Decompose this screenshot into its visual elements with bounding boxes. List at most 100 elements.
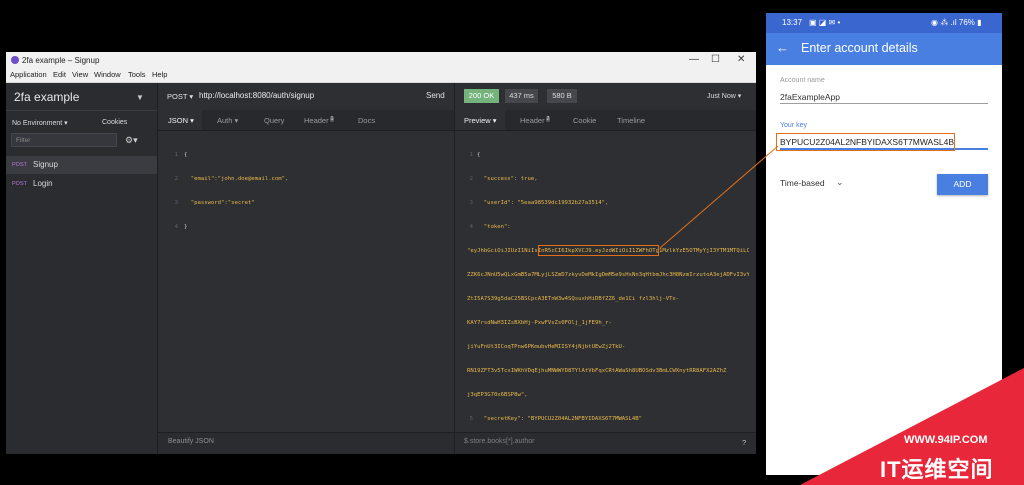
code-line: 4 "token": (463, 223, 753, 231)
watermark-url: WWW.94IP.COM (904, 434, 988, 446)
sidebar: 2fa example ▼ No Environment ▾ Cookies F… (6, 83, 158, 454)
android-phone-screen: 13:37 ▣ ◪ ✉ • ◉ ⁂ .ıl 76% ▮ ← Enter acco… (766, 13, 1002, 475)
code-text: "success": true, (477, 176, 538, 182)
tab-cookie[interactable]: Cookie (573, 116, 596, 125)
line-number: 3 (469, 200, 473, 206)
jsonpath-filter-input[interactable]: $.store.books[*].author (464, 438, 534, 445)
menu-edit[interactable]: Edit (53, 70, 66, 79)
code-text: { (184, 152, 188, 158)
header-count-badge: 2 (545, 116, 551, 122)
your-key-label: Your key (780, 122, 807, 129)
line-number: 3 (174, 200, 178, 206)
menu-view[interactable]: View (72, 70, 88, 79)
tab-docs[interactable]: Docs (358, 116, 375, 125)
response-time-badge: 437 ms (505, 89, 538, 103)
line-number: 1 (469, 152, 473, 158)
watermark-text: IT运维空间 (880, 457, 994, 482)
response-pane: 200 OK 437 ms 580 B Just Now ▾ Preview ▾… (455, 83, 756, 454)
request-method: POST (12, 181, 27, 187)
tab-header[interactable]: Header 2 (520, 116, 551, 125)
code-text: } (184, 224, 188, 230)
request-body-editor[interactable]: 1{ 2 "email":"john.doe@email.com", 3 "pa… (168, 135, 448, 247)
code-text: "password":"secret" (184, 200, 255, 206)
workspace-name[interactable]: 2fa example (14, 90, 79, 104)
workspace-chevron-icon[interactable]: ▼ (136, 93, 144, 102)
gear-icon[interactable]: ⚙▾ (125, 135, 138, 146)
close-button[interactable]: ✕ (737, 54, 745, 65)
code-line: 2 "email":"john.doe@email.com", (168, 175, 448, 183)
line-number: 5 (469, 416, 473, 422)
request-method: POST (12, 162, 27, 168)
method-dropdown[interactable]: POST ▾ (167, 92, 193, 101)
filter-input[interactable]: Filter (11, 133, 117, 147)
divider (6, 110, 157, 111)
tab-json[interactable]: JSON ▾ (168, 116, 194, 125)
back-arrow-icon[interactable]: ← (776, 40, 789, 55)
request-tabs: JSON ▾ Auth ▾ Query Header 1 Docs (158, 110, 454, 131)
token-line: ZZK6cJNnU5wQLxGmB5a7MLyjLSZmD7zkyvDeMkIg… (467, 272, 749, 278)
code-line: 5 "secretKey": "BYPUCU2Z04AL2NFBYIDAXS6T… (463, 415, 753, 423)
key-type-dropdown[interactable]: Time-based (780, 178, 825, 188)
secret-key-highlight (538, 245, 659, 256)
token-line: KAY7rsdNwH3IZsBXbHj-PxwFVsZs0FOlj_1jFE9h… (467, 320, 612, 326)
tab-preview[interactable]: Preview ▾ (464, 116, 497, 125)
title-bar: 2fa example – Signup — ☐ ✕ (6, 52, 756, 68)
code-text: "token": (477, 224, 511, 230)
add-button[interactable]: ADD (937, 174, 988, 195)
tab-header[interactable]: Header 1 (304, 116, 335, 125)
menu-window[interactable]: Window (94, 70, 121, 79)
tab-header-label: Header (520, 116, 545, 125)
cookies-button[interactable]: Cookies (102, 119, 127, 126)
line-number: 2 (469, 176, 473, 182)
code-line: 1{ (463, 151, 753, 159)
line-number: 1 (174, 152, 178, 158)
account-name-label: Account name (780, 77, 825, 84)
menu-tools[interactable]: Tools (128, 70, 146, 79)
tab-auth[interactable]: Auth ▾ (217, 116, 238, 125)
menu-help[interactable]: Help (152, 70, 167, 79)
token-line: RN19ZFT3v5TcxIWKhVDqEjhuMNWWYD8TYlAtVbFq… (467, 368, 727, 374)
app-bar: ← Enter account details (766, 33, 1002, 65)
history-dropdown[interactable]: Just Now ▾ (707, 92, 741, 100)
help-icon[interactable]: ? (742, 438, 746, 447)
line-number: 2 (174, 176, 178, 182)
key-highlight (776, 133, 955, 151)
request-pane: POST ▾ http://localhost:8080/auth/signup… (158, 83, 455, 454)
account-name-field[interactable]: 2faExampleApp (780, 92, 840, 102)
tab-query[interactable]: Query (264, 116, 284, 125)
sidebar-item-signup[interactable]: POST Signup (6, 156, 157, 174)
environment-selector[interactable]: No Environment ▾ (12, 119, 68, 127)
token-line: ZtI5A7S39g5daC25BSCpcA3ETnW3w4SQsuxhHiDB… (467, 296, 680, 302)
token-line: jiYuFnUt3ICoqTPnw6PKmubvHeMIISY4jNjbtUEw… (467, 344, 626, 350)
tab-header-label: Header (304, 116, 329, 125)
tab-timeline[interactable]: Timeline (617, 116, 645, 125)
menu-application[interactable]: Application (10, 70, 47, 79)
status-time: 13:37 (782, 18, 803, 27)
response-tabs: Preview ▾ Header 2 Cookie Timeline (455, 110, 756, 131)
page-title: Enter account details (801, 41, 918, 55)
code-line: 1{ (168, 151, 448, 159)
insomnia-window: 2fa example – Signup — ☐ ✕ Application E… (6, 52, 756, 454)
status-badge: 200 OK (464, 89, 499, 103)
send-button[interactable]: Send (426, 91, 445, 100)
chevron-down-icon[interactable]: ⌄ (836, 177, 844, 188)
code-line: 4} (168, 223, 448, 231)
minimize-button[interactable]: — (689, 54, 699, 65)
maximize-button[interactable]: ☐ (711, 54, 720, 65)
line-number: 4 (469, 224, 473, 230)
menu-bar: Application Edit View Window Tools Help (6, 68, 756, 83)
response-body-viewer[interactable]: 1{ 2 "success": true, 3 "userId": "5eaa9… (463, 135, 753, 454)
url-input[interactable]: http://localhost:8080/auth/signup (199, 91, 314, 100)
notification-icons: ▣ ◪ ✉ • (809, 18, 841, 27)
line-number: 4 (174, 224, 178, 230)
code-line: 2 "success": true, (463, 175, 753, 183)
beautify-json-button[interactable]: Beautify JSON (168, 438, 214, 445)
secret-key-line: "secretKey": "BYPUCU2Z04AL2NFBYIDAXS6T7M… (477, 416, 643, 422)
sidebar-item-login[interactable]: POST Login (6, 175, 157, 193)
window-title: 2fa example – Signup (22, 56, 100, 65)
insomnia-logo-icon (11, 56, 19, 64)
code-text: "email":"john.doe@email.com", (184, 176, 289, 182)
status-bar: 13:37 ▣ ◪ ✉ • ◉ ⁂ .ıl 76% ▮ (766, 13, 1002, 33)
account-name-underline (780, 103, 988, 104)
code-line: 3 "password":"secret" (168, 199, 448, 207)
